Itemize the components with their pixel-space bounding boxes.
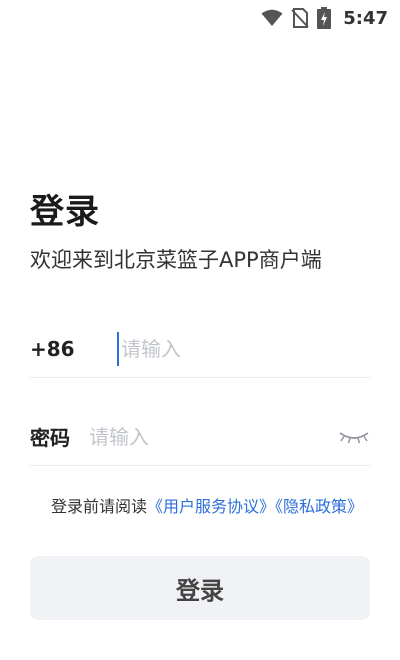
login-button[interactable]: 登录	[30, 556, 370, 620]
password-input[interactable]	[89, 419, 338, 454]
password-row: 密码	[30, 408, 370, 466]
user-agreement-link[interactable]: 《用户服务协议》	[147, 497, 275, 516]
privacy-policy-link[interactable]: 《隐私政策》	[275, 497, 363, 516]
status-time: 5:47	[343, 7, 388, 29]
eye-closed-icon[interactable]	[338, 425, 370, 449]
phone-row: +86	[30, 320, 370, 378]
no-sim-icon	[291, 8, 309, 28]
agreement-prefix: 登录前请阅读	[50, 497, 147, 516]
country-code-label: +86	[30, 336, 75, 361]
page-title: 登录	[30, 192, 100, 232]
wifi-icon	[261, 9, 283, 27]
password-label: 密码	[30, 426, 70, 450]
status-bar: 5:47	[0, 0, 400, 36]
agreement-notice: 登录前请阅读《用户服务协议》《隐私政策》	[40, 496, 374, 518]
phone-input[interactable]	[117, 331, 370, 366]
login-screen: 5:47 登录 欢迎来到北京菜篮子APP商户端 +86 密码 登录前请阅读《用户…	[0, 0, 400, 660]
page-subtitle: 欢迎来到北京菜篮子APP商户端	[30, 248, 322, 272]
battery-charging-icon	[317, 7, 332, 29]
